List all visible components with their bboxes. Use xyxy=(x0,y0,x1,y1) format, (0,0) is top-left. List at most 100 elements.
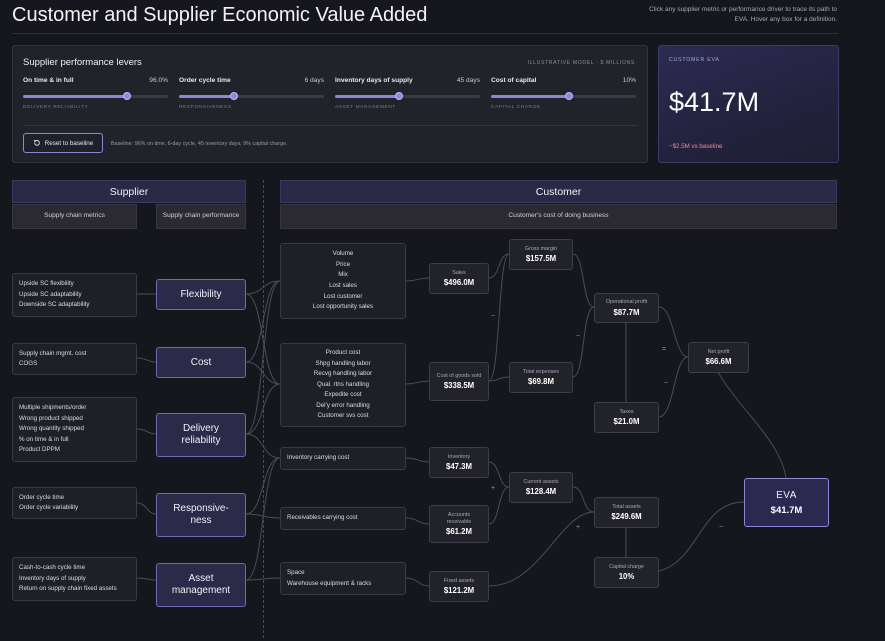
levers-model-tag: ILLUSTRATIVE MODEL · $ MILLIONS xyxy=(527,60,635,66)
node-cogs[interactable]: Cost of goods sold $338.5M xyxy=(429,362,489,401)
node-sales[interactable]: Sales $496.0M xyxy=(429,263,489,294)
node-value: $69.8M xyxy=(527,377,554,387)
lever-name: Cost of capital xyxy=(491,77,537,84)
metric-item: Downside SC adaptability xyxy=(19,301,90,309)
metric-item: Supply chain mgmt. cost xyxy=(19,349,87,357)
node-value: $121.2M xyxy=(443,586,475,596)
node-accounts-receivable[interactable]: Accounts receivable $61.2M xyxy=(429,505,489,543)
driver-item: Price xyxy=(335,260,351,268)
lever-slider[interactable] xyxy=(23,92,168,100)
plus-operator: + xyxy=(491,485,496,492)
node-eva[interactable]: EVA $41.7M xyxy=(744,478,829,527)
node-total-assets[interactable]: Total assets $249.6M xyxy=(594,497,659,528)
driver-item: Customer svs cost xyxy=(317,412,369,420)
levers-divider xyxy=(23,125,637,126)
node-value: $249.6M xyxy=(611,512,642,522)
metrics-flexibility[interactable]: Upside SC flexibility Upside SC adaptabi… xyxy=(12,273,137,317)
customer-cost-header: Customer's cost of doing business xyxy=(280,204,837,229)
levers-title: Supplier performance levers xyxy=(23,57,142,68)
driver-item: Lost customer xyxy=(323,292,363,300)
metrics-responsiveness[interactable]: Order cycle time Order cycle variability xyxy=(12,487,137,519)
performance-asset-management[interactable]: Asset management xyxy=(156,563,246,607)
header-divider xyxy=(12,33,838,34)
slider-handle[interactable] xyxy=(230,92,239,100)
driver-item: Inventory carrying cost xyxy=(287,454,350,462)
node-label: Total assets xyxy=(612,503,641,510)
driver-item: Warehouse equipment & racks xyxy=(287,579,372,587)
eva-card-delta: −$2.5M vs baseline xyxy=(669,143,723,150)
slider-handle[interactable] xyxy=(394,92,403,100)
metrics-delivery-reliability[interactable]: Multiple shipments/order Wrong product s… xyxy=(12,397,137,462)
node-value: $47.3M xyxy=(445,462,472,472)
node-gross-margin[interactable]: Gross margin $157.5M xyxy=(509,239,573,270)
slider-handle[interactable] xyxy=(123,92,132,100)
reset-baseline-button[interactable]: Reset to baseline xyxy=(23,133,103,153)
node-value: 10% xyxy=(618,572,635,582)
lever-slider[interactable] xyxy=(179,92,324,100)
slider-fill xyxy=(179,95,235,98)
lever-name: On time & in full xyxy=(23,77,74,84)
driver-item: Volume xyxy=(332,250,354,258)
driver-cost-factors[interactable]: Product cost Shpg handling labor Recvg h… xyxy=(280,343,406,427)
reset-label: Reset to baseline xyxy=(44,139,94,147)
node-total-expenses[interactable]: Total expenses $69.8M xyxy=(509,362,573,393)
node-capital-charge[interactable]: Capital charge 10% xyxy=(594,557,659,588)
customer-header: Customer xyxy=(280,180,837,203)
metric-item: Wrong quantity shipped xyxy=(19,425,84,433)
node-label: Fixed assets xyxy=(443,577,475,584)
metric-item: % on time & in full xyxy=(19,435,69,443)
driver-fixed-asset-factors[interactable]: Space Warehouse equipment & racks xyxy=(280,562,406,595)
metric-item: Cash-to-cash cycle time xyxy=(19,564,86,572)
lever-cost-of-capital: Cost of capital 10% CAPITAL CHARGE xyxy=(491,77,636,117)
lever-value: 96.0% xyxy=(149,77,168,84)
node-label: Cost of goods sold xyxy=(436,372,482,379)
node-operational-profit[interactable]: Operational profit $87.7M xyxy=(594,293,659,323)
node-net-profit[interactable]: Net profit $66.6M xyxy=(688,342,749,373)
node-label: Sales xyxy=(452,269,466,276)
lever-slider[interactable] xyxy=(491,92,636,100)
metrics-cost[interactable]: Supply chain mgmt. cost COGS xyxy=(12,343,137,375)
minus-operator: − xyxy=(719,524,724,531)
lever-inventory-days: Inventory days of supply 45 days ASSET M… xyxy=(335,77,480,117)
minus-operator: − xyxy=(491,313,496,320)
performance-delivery-reliability[interactable]: Delivery reliability xyxy=(156,413,246,457)
driver-item: Space xyxy=(287,568,305,576)
slider-fill xyxy=(335,95,399,98)
node-current-assets[interactable]: Current assets $128.4M xyxy=(509,472,573,503)
node-taxes[interactable]: Taxes $21.0M xyxy=(594,402,659,433)
lever-name: Order cycle time xyxy=(179,77,231,84)
driver-item: Receivables carrying cost xyxy=(287,514,358,522)
driver-item: Qual. rtns handling xyxy=(317,380,369,388)
driver-revenue-factors[interactable]: Volume Price Mix Lost sales Lost custome… xyxy=(280,243,406,319)
lever-category: ASSET MANAGEMENT xyxy=(335,105,396,110)
node-inventory[interactable]: Inventory $47.3M xyxy=(429,447,489,478)
slider-handle[interactable] xyxy=(565,92,574,100)
node-value: $128.4M xyxy=(525,487,557,497)
performance-cost[interactable]: Cost xyxy=(156,347,246,378)
lever-slider[interactable] xyxy=(335,92,480,100)
driver-inventory-carrying-cost[interactable]: Inventory carrying cost xyxy=(280,447,406,470)
supply-chain-performance-header: Supply chain performance xyxy=(156,204,246,229)
minus-operator: − xyxy=(664,380,669,387)
node-label: Current assets xyxy=(523,478,559,485)
node-label: EVA xyxy=(776,489,797,501)
lever-category: RESPONSIVENESS xyxy=(179,105,232,110)
page-title: Customer and Supplier Economic Value Add… xyxy=(12,4,428,26)
lever-name: Inventory days of supply xyxy=(335,77,413,84)
node-value: $61.2M xyxy=(445,527,472,537)
metric-item: Return on supply chain fixed assets xyxy=(19,585,117,593)
metric-item: Order cycle time xyxy=(19,493,65,501)
driver-receivables-carrying-cost[interactable]: Receivables carrying cost xyxy=(280,507,406,530)
node-label: Inventory xyxy=(447,453,471,460)
node-fixed-assets[interactable]: Fixed assets $121.2M xyxy=(429,571,489,602)
node-value: $338.5M xyxy=(443,381,475,391)
node-label: Taxes xyxy=(619,408,634,415)
performance-responsiveness[interactable]: Responsive-ness xyxy=(156,493,246,537)
performance-flexibility[interactable]: Flexibility xyxy=(156,279,246,310)
equals-operator: = xyxy=(662,346,667,353)
metric-item: Wrong product shipped xyxy=(19,414,83,422)
driver-item: Del'y error handling xyxy=(316,401,370,409)
metrics-asset-management[interactable]: Cash-to-cash cycle time Inventory days o… xyxy=(12,557,137,601)
driver-item: Product cost xyxy=(325,348,361,356)
driver-item: Shpg handling labor xyxy=(315,359,371,367)
